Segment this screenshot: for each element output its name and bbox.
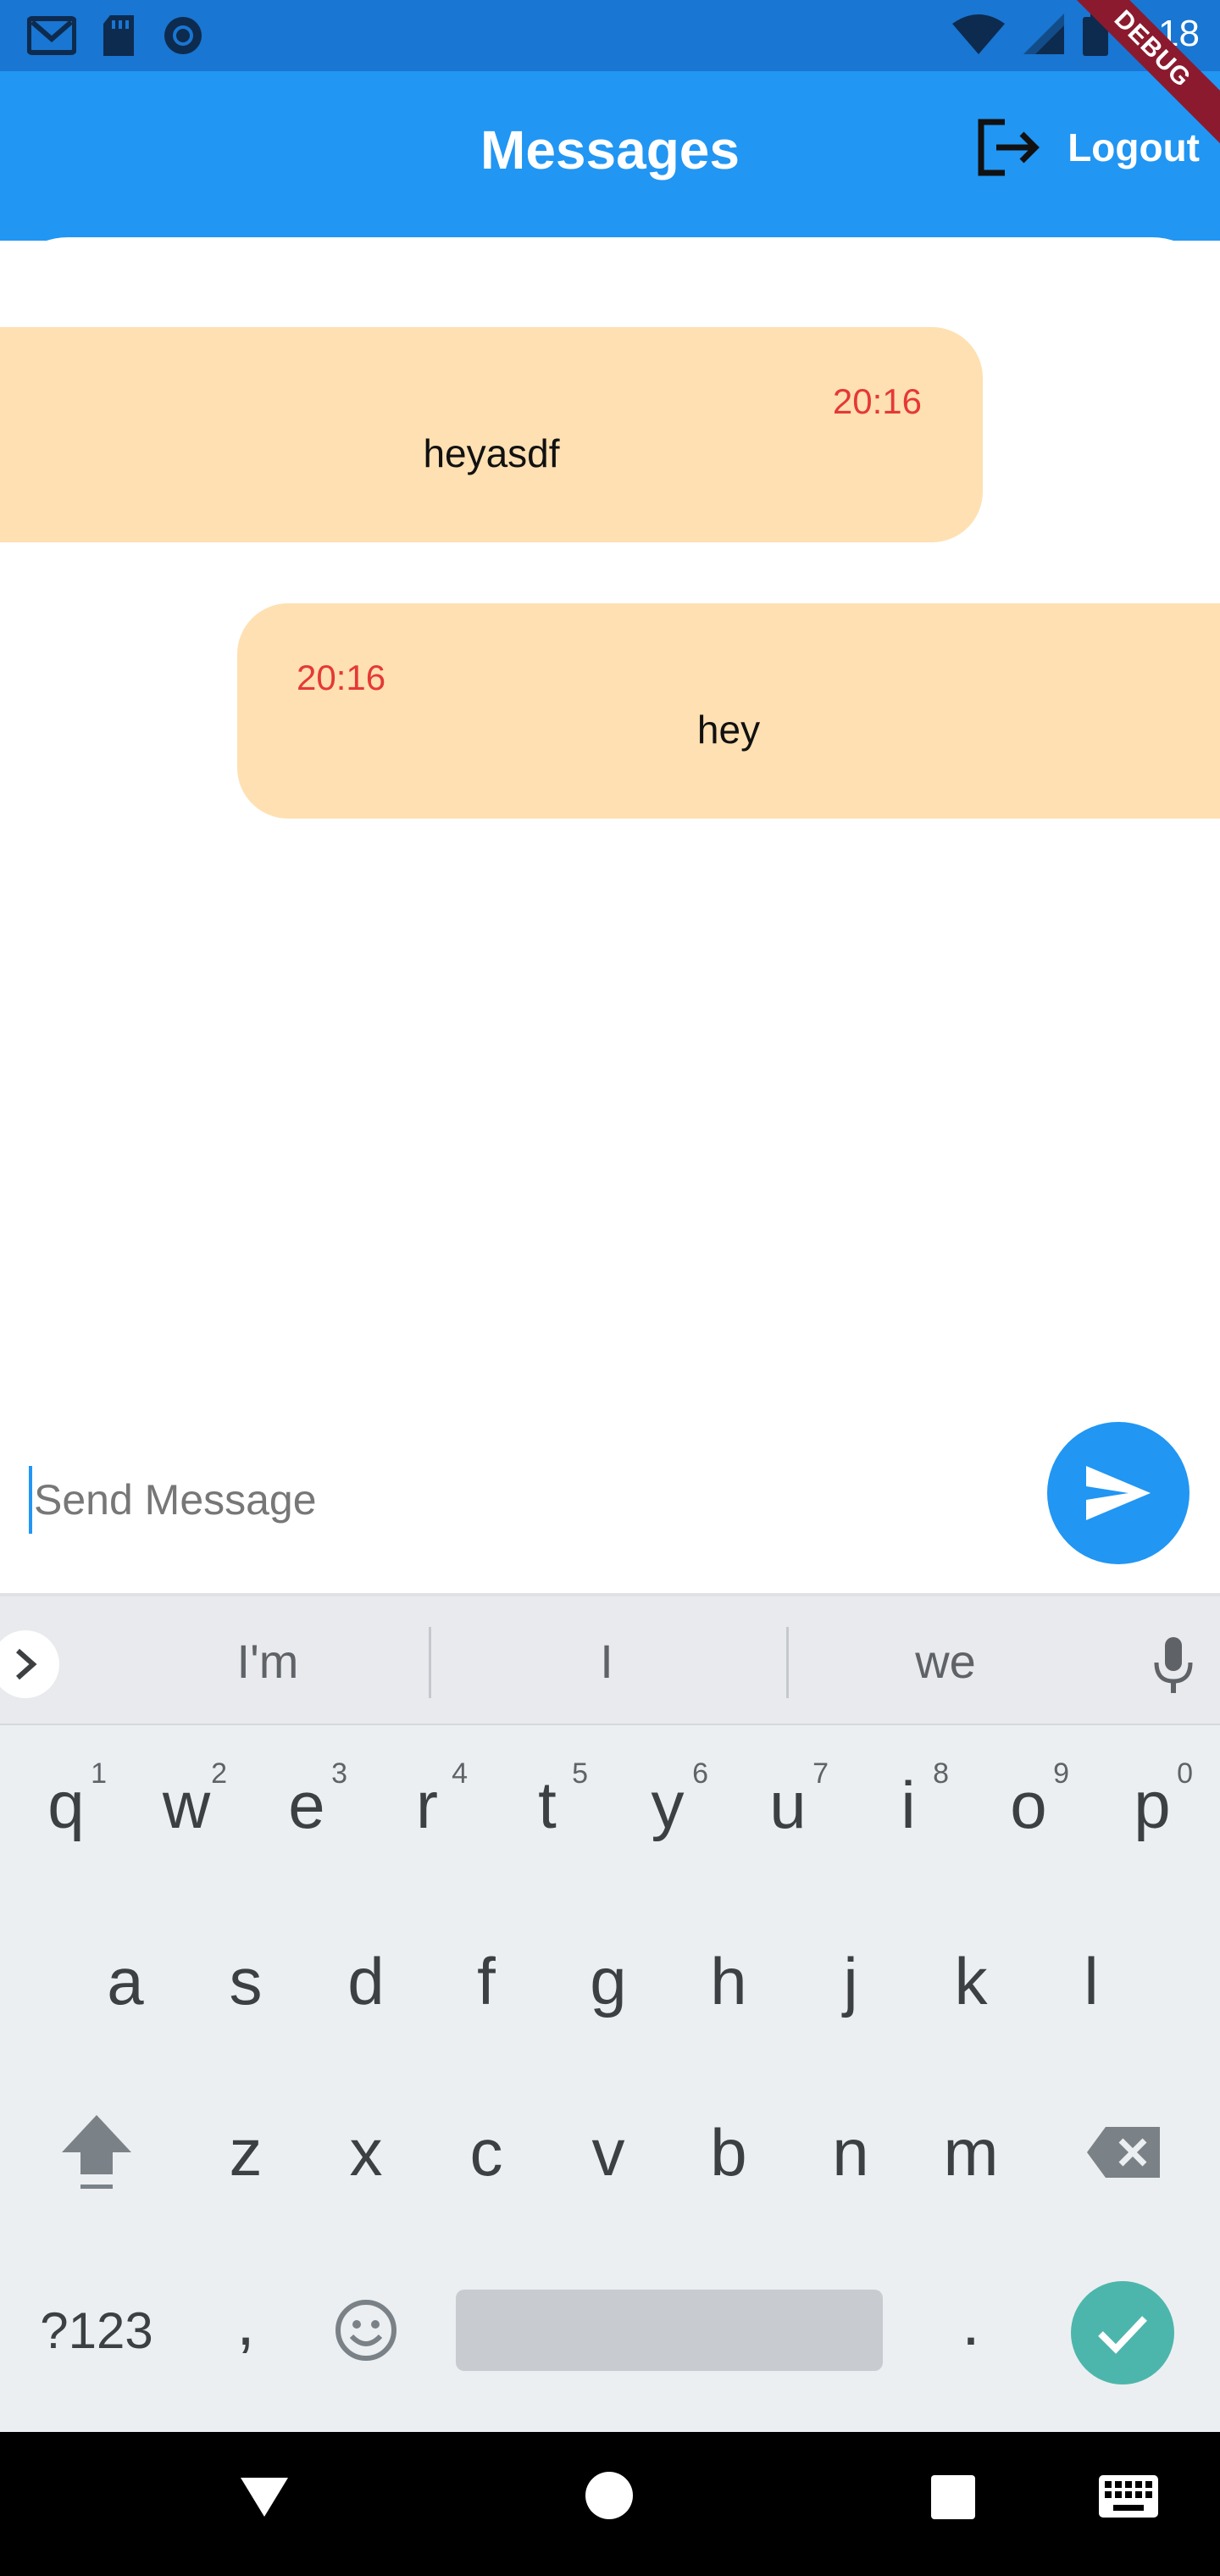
logout-label: Logout bbox=[1068, 125, 1200, 169]
logout-button[interactable]: Logout bbox=[976, 117, 1200, 178]
key-e[interactable]: 3e bbox=[247, 1729, 366, 1881]
backspace-icon bbox=[1087, 2127, 1160, 2178]
emoji-key[interactable] bbox=[307, 2254, 425, 2407]
sd-card-icon bbox=[103, 15, 134, 56]
message-text: hey bbox=[696, 708, 761, 752]
message-list[interactable]: 20:16 heyasdf 20:16 hey bbox=[0, 237, 1220, 1593]
key-c[interactable]: c bbox=[427, 2076, 546, 2229]
key-v[interactable]: v bbox=[549, 2076, 668, 2229]
voice-input-button[interactable] bbox=[1152, 1635, 1195, 1698]
send-icon bbox=[1086, 1466, 1151, 1520]
message-text: heyasdf bbox=[423, 431, 560, 475]
soft-keyboard: I'm I we 1q 2w 3e 4r 5t 6y 7u 8i 9o 0p a… bbox=[0, 1593, 1220, 2432]
recents-button[interactable] bbox=[930, 2474, 976, 2520]
key-m[interactable]: m bbox=[912, 2076, 1030, 2229]
message-time: 20:16 bbox=[832, 381, 922, 421]
send-button[interactable] bbox=[1047, 1422, 1190, 1564]
app-bar: Messages Logout bbox=[0, 71, 1220, 241]
done-key[interactable] bbox=[1071, 2281, 1174, 2384]
check-icon bbox=[1098, 2316, 1147, 2354]
key-w[interactable]: 2w bbox=[127, 1729, 246, 1881]
divider bbox=[786, 1627, 789, 1698]
chevron-right-icon bbox=[16, 1648, 37, 1680]
keyboard-switch-button[interactable] bbox=[1098, 2474, 1159, 2518]
key-r[interactable]: 4r bbox=[368, 1729, 486, 1881]
suggestion-3[interactable]: we bbox=[818, 1634, 1073, 1689]
wifi-icon bbox=[952, 14, 1006, 54]
message-bubble-received[interactable]: 20:16 heyasdf bbox=[0, 327, 983, 542]
key-p[interactable]: 0p bbox=[1093, 1729, 1212, 1881]
suggestion-bar: I'm I we bbox=[0, 1593, 1220, 1725]
home-icon bbox=[585, 2472, 633, 2519]
suggestion-toggle[interactable] bbox=[0, 1630, 59, 1698]
key-z[interactable]: z bbox=[186, 2076, 305, 2229]
key-n[interactable]: n bbox=[791, 2076, 910, 2229]
divider bbox=[429, 1627, 431, 1698]
shift-key[interactable] bbox=[37, 2076, 156, 2229]
keyboard-icon bbox=[1099, 2475, 1158, 2518]
key-f[interactable]: f bbox=[427, 1905, 546, 2057]
cell-signal-icon bbox=[1023, 14, 1065, 54]
key-k[interactable]: k bbox=[912, 1905, 1030, 2057]
microphone-icon bbox=[1154, 1637, 1193, 1693]
symbols-key[interactable]: ?123 bbox=[37, 2254, 156, 2407]
recents-icon bbox=[931, 2475, 975, 2519]
logout-icon bbox=[978, 119, 1040, 176]
key-y[interactable]: 6y bbox=[608, 1729, 727, 1881]
comma-key[interactable]: , bbox=[186, 2246, 305, 2398]
back-icon bbox=[241, 2478, 288, 2517]
composer bbox=[0, 1415, 1220, 1593]
key-i[interactable]: 8i bbox=[849, 1729, 968, 1881]
sync-icon bbox=[164, 17, 202, 54]
message-input[interactable] bbox=[29, 1466, 1012, 1534]
emoji-icon bbox=[336, 2300, 396, 2361]
key-b[interactable]: b bbox=[669, 2076, 788, 2229]
gmail-icon bbox=[27, 16, 76, 55]
home-button[interactable] bbox=[585, 2471, 634, 2520]
back-button[interactable] bbox=[239, 2474, 290, 2518]
key-j[interactable]: j bbox=[791, 1905, 910, 2057]
key-q[interactable]: 1q bbox=[7, 1729, 125, 1881]
key-o[interactable]: 9o bbox=[969, 1729, 1088, 1881]
key-x[interactable]: x bbox=[307, 2076, 425, 2229]
system-nav-bar bbox=[0, 2432, 1220, 2576]
message-bubble-sent[interactable]: 20:16 hey bbox=[237, 603, 1220, 819]
key-d[interactable]: d bbox=[307, 1905, 425, 2057]
space-bar[interactable] bbox=[456, 2290, 883, 2371]
key-t[interactable]: 5t bbox=[488, 1729, 607, 1881]
key-u[interactable]: 7u bbox=[729, 1729, 847, 1881]
message-time: 20:16 bbox=[297, 658, 386, 697]
status-icons-left bbox=[27, 14, 205, 58]
suggestion-1[interactable]: I'm bbox=[141, 1634, 395, 1689]
status-bar: 8:18 bbox=[0, 0, 1220, 71]
key-l[interactable]: l bbox=[1032, 1905, 1151, 2057]
period-key[interactable]: . bbox=[912, 2246, 1030, 2398]
suggestion-2[interactable]: I bbox=[480, 1634, 734, 1689]
key-a[interactable]: a bbox=[66, 1905, 185, 2057]
shift-icon bbox=[62, 2115, 131, 2189]
key-g[interactable]: g bbox=[549, 1905, 668, 2057]
backspace-key[interactable] bbox=[1064, 2076, 1183, 2229]
key-h[interactable]: h bbox=[669, 1905, 788, 2057]
key-s[interactable]: s bbox=[186, 1905, 305, 2057]
